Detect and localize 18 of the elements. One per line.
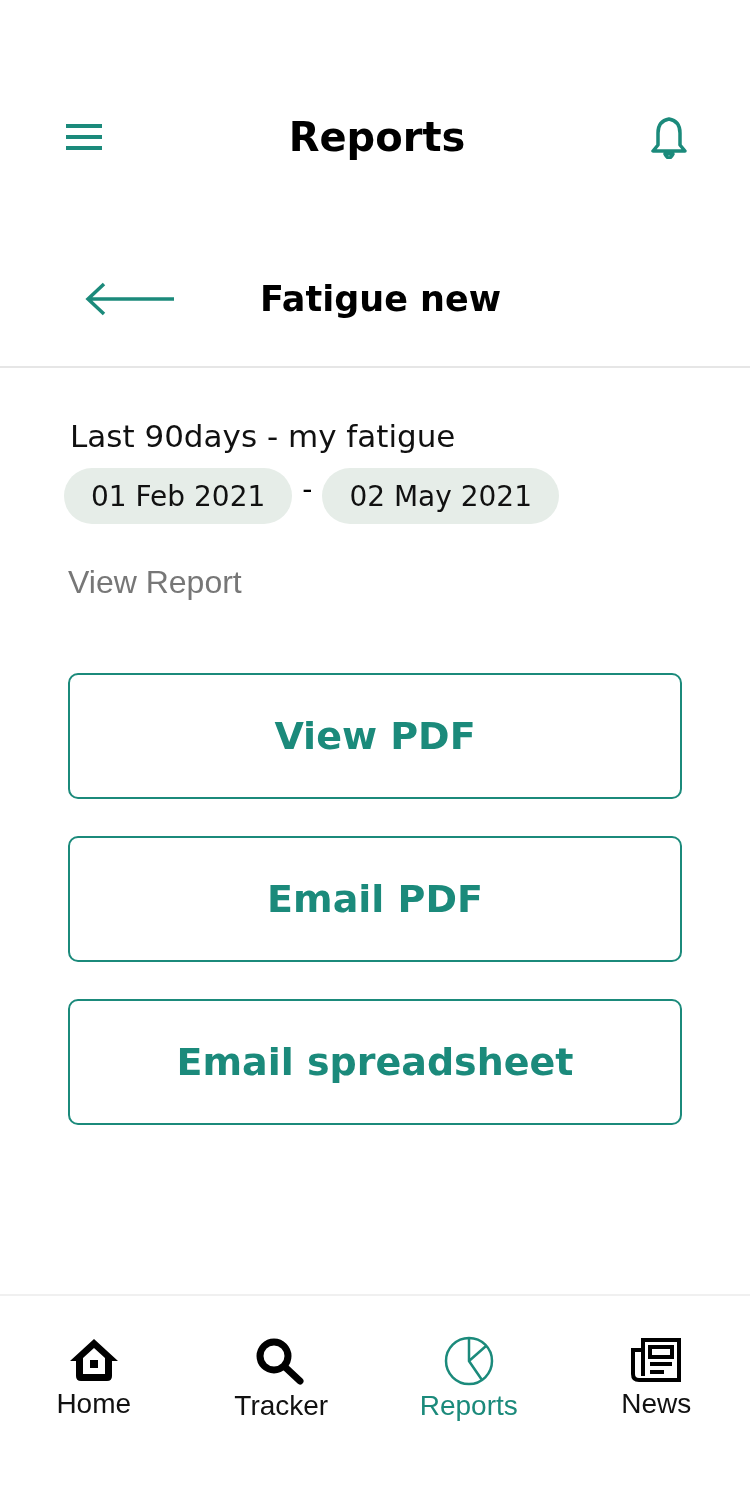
report-name: Last 90days - my fatigue [69,418,457,454]
back-arrow-icon[interactable] [84,281,176,317]
nav-tab[interactable]: News [611,1336,702,1500]
action-button[interactable]: View PDF [68,673,682,799]
action-button[interactable]: Email spreadsheet [68,999,682,1125]
nav-tab[interactable]: Tracker [224,1336,339,1500]
action-button[interactable]: Email PDF [68,836,682,962]
date-separator: - [302,472,313,506]
start-date-chip[interactable]: 01 Feb 2021 [64,468,293,524]
bell-icon[interactable] [650,115,688,159]
report-title: Fatigue new [260,279,502,319]
newspaper-icon [629,1336,684,1384]
nav-tab[interactable]: Reports [409,1336,528,1500]
section-label: View Report [67,564,243,601]
nav-tab[interactable]: Home [46,1336,142,1500]
end-date-chip[interactable]: 02 May 2021 [322,468,559,524]
menu-icon[interactable] [64,123,104,151]
screen-title: Reports [288,114,466,160]
